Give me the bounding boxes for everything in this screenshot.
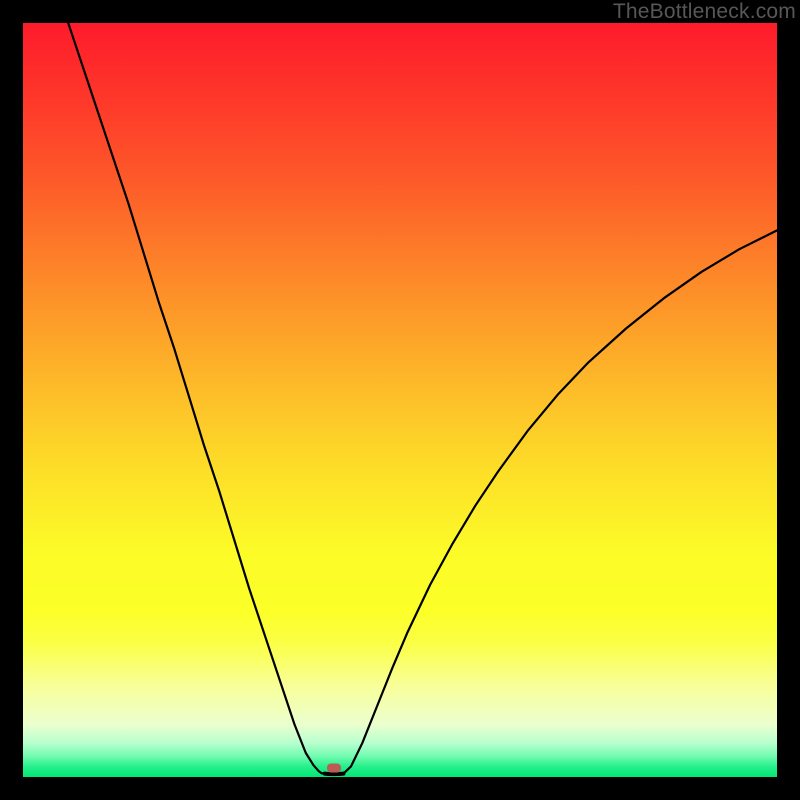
gradient-background bbox=[23, 23, 777, 777]
bottleneck-chart bbox=[23, 23, 777, 777]
chart-frame bbox=[23, 23, 777, 777]
curve-valley-floor bbox=[325, 774, 344, 775]
optimal-point-marker bbox=[327, 763, 341, 772]
watermark-text: TheBottleneck.com bbox=[613, 0, 796, 24]
